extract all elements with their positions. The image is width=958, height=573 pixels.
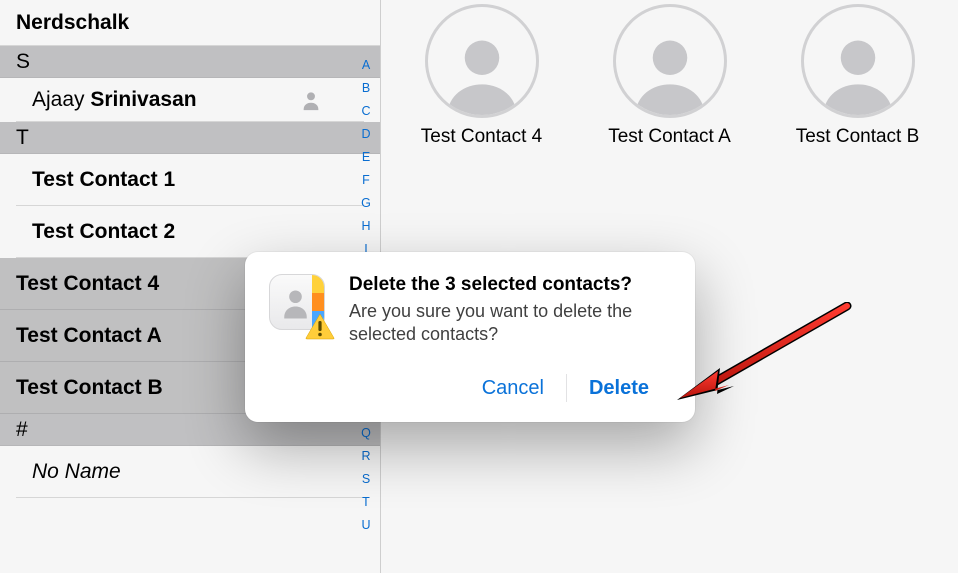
contact-name: Test Contact 2 bbox=[32, 220, 175, 244]
section-header-T: T bbox=[0, 122, 380, 154]
index-letter[interactable]: D bbox=[361, 127, 370, 141]
contact-row[interactable]: Test Contact 1 bbox=[16, 154, 364, 206]
section-letter: # bbox=[16, 418, 28, 442]
section-header-S: S bbox=[0, 46, 380, 78]
index-letter[interactable]: E bbox=[362, 150, 370, 164]
index-letter[interactable]: T bbox=[362, 495, 370, 509]
index-letter[interactable]: S bbox=[362, 472, 370, 486]
dialog-message: Are you sure you want to delete the sele… bbox=[349, 300, 671, 347]
cancel-button[interactable]: Cancel bbox=[460, 373, 566, 404]
contact-row[interactable]: Nerdschalk bbox=[0, 0, 380, 46]
index-letter[interactable]: U bbox=[361, 518, 370, 532]
index-letter[interactable]: C bbox=[361, 104, 370, 118]
index-letter[interactable]: A bbox=[362, 58, 370, 72]
contact-row[interactable]: No Name bbox=[16, 446, 364, 498]
dialog-title: Delete the 3 selected contacts? bbox=[349, 274, 671, 296]
contact-row[interactable]: Test Contact 2 bbox=[16, 206, 364, 258]
delete-confirmation-dialog: Delete the 3 selected contacts? Are you … bbox=[245, 252, 695, 422]
section-letter: T bbox=[16, 126, 29, 150]
contact-name: Nerdschalk bbox=[16, 11, 129, 35]
index-letter[interactable]: G bbox=[361, 196, 371, 210]
avatar-placeholder-icon bbox=[801, 4, 915, 118]
contact-name: Ajaay Srinivasan bbox=[32, 88, 197, 112]
contact-card-name: Test Contact 4 bbox=[421, 126, 542, 148]
contact-card-name: Test Contact B bbox=[796, 126, 920, 148]
index-letter[interactable]: R bbox=[361, 449, 370, 463]
contact-card[interactable]: Test Contact A bbox=[608, 4, 732, 148]
avatar-placeholder-icon bbox=[425, 4, 539, 118]
delete-button[interactable]: Delete bbox=[567, 373, 671, 404]
contact-name: Test Contact 1 bbox=[32, 168, 175, 192]
section-letter: S bbox=[16, 50, 30, 74]
contacts-app-icon bbox=[269, 274, 329, 334]
contact-card-name: Test Contact A bbox=[608, 126, 731, 148]
contact-name: Test Contact A bbox=[16, 324, 162, 348]
index-letter[interactable]: H bbox=[361, 219, 370, 233]
avatar-placeholder-icon bbox=[613, 4, 727, 118]
contact-card[interactable]: Test Contact 4 bbox=[420, 4, 544, 148]
warning-icon bbox=[305, 313, 335, 340]
contact-name: No Name bbox=[32, 460, 121, 484]
index-letter[interactable]: Q bbox=[361, 426, 371, 440]
contact-name: Test Contact 4 bbox=[16, 272, 159, 296]
index-letter[interactable]: F bbox=[362, 173, 370, 187]
dialog-actions: Cancel Delete bbox=[269, 373, 671, 404]
selected-contact-cards: Test Contact 4 Test Contact A Test Conta… bbox=[381, 4, 958, 148]
contact-card[interactable]: Test Contact B bbox=[796, 4, 920, 148]
index-letter[interactable]: B bbox=[362, 81, 370, 95]
person-icon bbox=[300, 89, 322, 111]
contact-name: Test Contact B bbox=[16, 376, 163, 400]
contact-row[interactable]: Ajaay Srinivasan bbox=[16, 78, 364, 122]
